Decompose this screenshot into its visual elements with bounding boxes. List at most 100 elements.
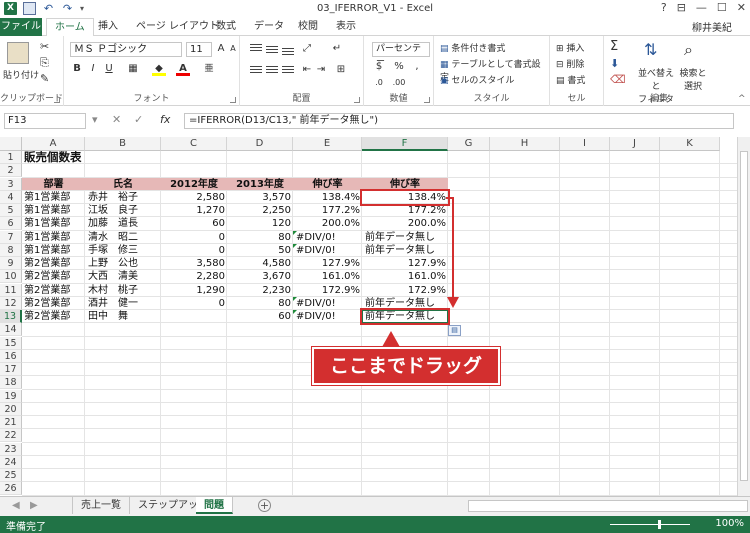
data-cell[interactable]: 1,270 xyxy=(161,204,227,217)
fill-icon[interactable]: ⬇ xyxy=(610,57,619,70)
data-cell[interactable]: 赤井 裕子 xyxy=(85,191,161,204)
data-cell[interactable] xyxy=(161,310,227,323)
column-header-i[interactable]: I xyxy=(560,137,610,151)
format-cells-button[interactable]: ▤ 書式 xyxy=(556,73,585,86)
sort-filter-icon[interactable]: ⇅ xyxy=(644,40,657,59)
format-painter-icon[interactable]: ✎ xyxy=(40,72,49,85)
data-cell[interactable]: 清水 昭二 xyxy=(85,231,161,244)
namebox-dropdown-icon[interactable]: ▾ xyxy=(92,113,98,126)
data-cell[interactable]: 第1営業部 xyxy=(22,191,85,204)
row-header-16[interactable]: 16 xyxy=(0,349,22,363)
data-cell[interactable]: 上野 公也 xyxy=(85,257,161,270)
row-header-19[interactable]: 19 xyxy=(0,389,22,403)
tab-home[interactable]: ホーム xyxy=(46,18,94,37)
data-cell[interactable]: 0 xyxy=(161,244,227,257)
column-header-h[interactable]: H xyxy=(490,137,560,151)
column-header-a[interactable]: A xyxy=(22,137,85,151)
data-cell[interactable]: #DIV/0! xyxy=(293,297,362,310)
data-cell[interactable]: 酒井 健一 xyxy=(85,297,161,310)
column-header-j[interactable]: J xyxy=(610,137,660,151)
data-cell[interactable]: 3,570 xyxy=(227,191,293,204)
data-cell[interactable]: 第1営業部 xyxy=(22,244,85,257)
row-header-12[interactable]: 12 xyxy=(0,296,22,310)
name-box[interactable]: F13 xyxy=(4,113,86,129)
row-header-10[interactable]: 10 xyxy=(0,270,22,284)
cut-icon[interactable]: ✂ xyxy=(40,40,49,53)
header-cell[interactable]: 2012年度 xyxy=(161,178,227,191)
column-header-b[interactable]: B xyxy=(85,137,161,151)
copy-icon[interactable]: ⎘ xyxy=(40,56,49,70)
column-header-g[interactable]: G xyxy=(448,137,490,151)
data-cell[interactable]: 120 xyxy=(227,217,293,230)
data-cell[interactable]: 172.9% xyxy=(362,284,448,297)
zoom-level[interactable]: 100% xyxy=(715,518,744,529)
data-cell[interactable]: 138.4% xyxy=(293,191,362,204)
sheet-tab-problem[interactable]: 問題 xyxy=(196,497,233,514)
clear-icon[interactable]: ⌫ xyxy=(610,73,626,86)
row-header-6[interactable]: 6 xyxy=(0,217,22,231)
data-cell[interactable]: 第2営業部 xyxy=(22,297,85,310)
decrease-decimal-icon[interactable]: .00 xyxy=(392,76,406,90)
merge-center-icon[interactable]: ⊞ xyxy=(334,63,348,77)
increase-decimal-icon[interactable]: .0 xyxy=(372,76,386,90)
worksheet-grid[interactable]: A B C D E F G H I J K 1 2 3 4 5 6 7 8 9 10 11 12 13 14 15 16 17 18 19… xyxy=(0,137,737,496)
data-cell[interactable]: 第1営業部 xyxy=(22,204,85,217)
user-name[interactable]: 柳井美紀 xyxy=(692,19,732,34)
conditional-formatting-button[interactable]: ▤ 条件付き書式 xyxy=(440,41,505,54)
formula-input[interactable]: =IFERROR(D13/C13," 前年データ無し") xyxy=(184,113,734,129)
data-cell[interactable]: 第1営業部 xyxy=(22,217,85,230)
minimize-icon[interactable]: — xyxy=(696,1,707,14)
row-header-13[interactable]: 13 xyxy=(0,310,22,323)
data-cell[interactable]: 3,580 xyxy=(161,257,227,270)
font-launcher-icon[interactable] xyxy=(230,97,236,103)
row-header-4[interactable]: 4 xyxy=(0,190,22,204)
increase-indent-icon[interactable]: ⇥ xyxy=(314,63,328,77)
align-right-icon[interactable] xyxy=(282,66,294,76)
data-cell[interactable]: 手塚 修三 xyxy=(85,244,161,257)
cancel-formula-icon[interactable]: ✕ xyxy=(112,113,121,126)
autofill-options-icon[interactable]: ▤ xyxy=(448,325,461,336)
collapse-ribbon-icon[interactable]: ^ xyxy=(738,94,746,104)
font-name-select[interactable]: ＭＳ Ｐゴシック xyxy=(70,42,182,57)
data-cell[interactable]: 加藤 道長 xyxy=(85,217,161,230)
font-color-icon[interactable]: A xyxy=(176,62,190,76)
data-cell[interactable]: 60 xyxy=(227,310,293,323)
phonetic-icon[interactable]: 亜 xyxy=(202,62,216,76)
tab-data[interactable]: データ xyxy=(246,18,292,36)
column-header-k[interactable]: K xyxy=(660,137,720,151)
align-top-icon[interactable] xyxy=(250,44,262,54)
data-cell[interactable]: 50 xyxy=(227,244,293,257)
paste-icon[interactable] xyxy=(7,42,29,64)
insert-function-icon[interactable]: fx xyxy=(160,113,170,126)
decrease-indent-icon[interactable]: ⇤ xyxy=(300,63,314,77)
row-header-5[interactable]: 5 xyxy=(0,204,22,217)
vertical-scrollbar[interactable] xyxy=(737,137,750,496)
tab-review[interactable]: 校閲 xyxy=(290,18,326,36)
comma-style-icon[interactable]: , xyxy=(410,60,424,74)
border-icon[interactable]: ▦ xyxy=(126,62,140,76)
align-middle-icon[interactable] xyxy=(266,46,278,56)
insert-cells-button[interactable]: ⊞ 挿入 xyxy=(556,41,584,54)
row-header-9[interactable]: 9 xyxy=(0,257,22,270)
align-left-icon[interactable] xyxy=(250,66,262,76)
row-header-23[interactable]: 23 xyxy=(0,442,22,456)
data-cell[interactable]: 4,580 xyxy=(227,257,293,270)
data-cell[interactable]: 2,280 xyxy=(161,270,227,283)
data-cell[interactable]: 第2営業部 xyxy=(22,284,85,297)
data-cell[interactable]: 60 xyxy=(161,217,227,230)
accounting-format-icon[interactable]: $ xyxy=(372,60,386,74)
column-header-e[interactable]: E xyxy=(293,137,362,151)
align-bottom-icon[interactable] xyxy=(282,48,294,58)
enter-formula-icon[interactable]: ✓ xyxy=(134,113,143,126)
data-cell[interactable]: 3,670 xyxy=(227,270,293,283)
close-icon[interactable]: ✕ xyxy=(737,1,746,14)
paste-button[interactable]: 貼り付け xyxy=(3,68,39,81)
column-header-f[interactable]: F xyxy=(362,137,448,151)
data-cell[interactable]: 0 xyxy=(161,297,227,310)
zoom-slider-knob[interactable] xyxy=(658,520,661,529)
number-launcher-icon[interactable] xyxy=(424,97,430,103)
delete-cells-button[interactable]: ⊟ 削除 xyxy=(556,57,584,70)
shrink-font-icon[interactable]: A xyxy=(226,42,240,56)
align-center-icon[interactable] xyxy=(266,66,278,76)
data-cell[interactable]: 江坂 良子 xyxy=(85,204,161,217)
